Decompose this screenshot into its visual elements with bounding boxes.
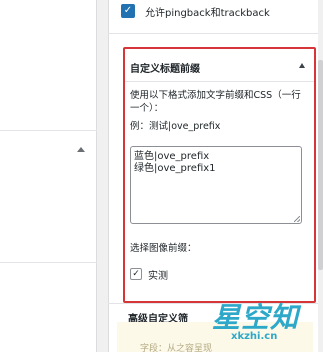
divider [108, 33, 318, 34]
scrollbar[interactable] [318, 0, 323, 352]
test-checkbox[interactable]: ✓ [130, 268, 142, 280]
test-option[interactable]: ✓ 实测 [130, 267, 168, 282]
pingback-label: 允许pingback和trackback [145, 7, 270, 19]
collapse-caret-icon[interactable] [299, 63, 305, 68]
pingback-checkbox[interactable]: ✓ [121, 4, 135, 18]
panel-example: 例：测试|ove_prefix [130, 121, 221, 132]
textarea-line: 绿色|ove_prefix1 [134, 163, 216, 174]
watermark-logo: 星空知 xkzhi.cn [212, 296, 312, 348]
divider [0, 262, 97, 263]
scrollbar-thumb[interactable] [318, 60, 323, 270]
watermark-text: 星空知 [212, 301, 300, 334]
notice-text: 字段：从之容呈现 [140, 344, 213, 352]
divider [0, 130, 97, 131]
divider [125, 81, 314, 82]
custom-title-prefix-panel: 自定义标题前缀 使用以下格式添加文字前缀和CSS（一行一个）： 例：测试|ove… [123, 47, 316, 303]
pingback-option[interactable]: ✓ 允许pingback和trackback [121, 2, 270, 20]
watermark-url: xkzhi.cn [231, 331, 278, 342]
textarea-line: 蓝色|ove_prefix [134, 151, 210, 162]
panel-title: 自定义标题前缀 [130, 64, 200, 75]
resize-grip-icon[interactable] [294, 216, 300, 222]
test-label: 实测 [148, 270, 168, 282]
panel-description: 使用以下格式添加文字前缀和CSS（一行一个）： [130, 90, 301, 114]
prefix-textarea[interactable]: 蓝色|ove_prefix 绿色|ove_prefix1 [130, 146, 302, 224]
editor-area [0, 0, 97, 352]
image-prefix-label: 选择图像前缀： [130, 243, 197, 254]
collapse-caret-icon[interactable] [77, 147, 85, 152]
